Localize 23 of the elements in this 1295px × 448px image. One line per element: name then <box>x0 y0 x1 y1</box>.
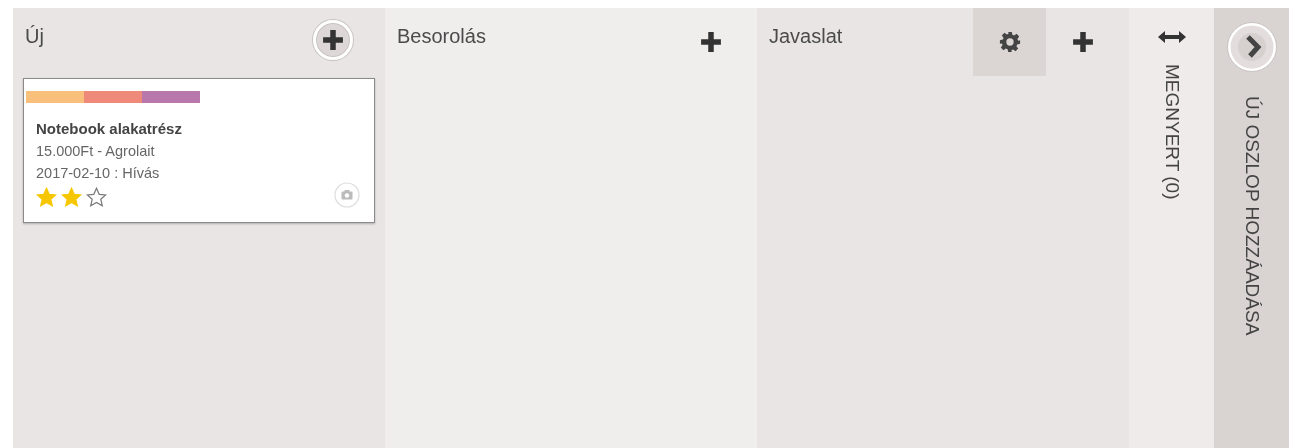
star-icon[interactable] <box>61 187 82 208</box>
plus-icon <box>322 29 344 51</box>
add-column-panel[interactable]: ÚJ OSZLOP HOZZÁADÁSA <box>1214 8 1289 448</box>
column-title: Javaslat <box>769 25 843 48</box>
add-button[interactable] <box>313 20 353 60</box>
card-detail: 15.000Ft - Agrolait <box>36 143 156 159</box>
no-image-camera-icon <box>334 182 360 208</box>
gear-icon <box>998 31 1021 53</box>
folded-column[interactable]: MEGNYERT (0) <box>1129 8 1214 448</box>
folded-column-title[interactable]: MEGNYERT (0) <box>1160 64 1183 200</box>
plus-icon <box>699 31 722 53</box>
card-title: Notebook alakatrész <box>36 120 183 137</box>
star-icon[interactable] <box>36 187 57 208</box>
plus-icon <box>1071 31 1094 53</box>
kanban-card[interactable]: Notebook alakatrész 15.000Ft - Agrolait 2017-02-10 : Hívás <box>23 78 375 223</box>
add-column-label[interactable]: ÚJ OSZLOP HOZZÁADÁSA <box>1240 96 1263 336</box>
column-title: Besorolás <box>397 25 486 48</box>
column-title: Új <box>25 25 44 48</box>
star-icon[interactable] <box>86 187 107 208</box>
card-detail: 2017-02-10 : Hívás <box>36 165 161 181</box>
expand-arrows-icon[interactable] <box>1156 30 1187 44</box>
settings-button[interactable] <box>973 8 1046 76</box>
chevron-circle-icon[interactable] <box>1226 22 1277 72</box>
